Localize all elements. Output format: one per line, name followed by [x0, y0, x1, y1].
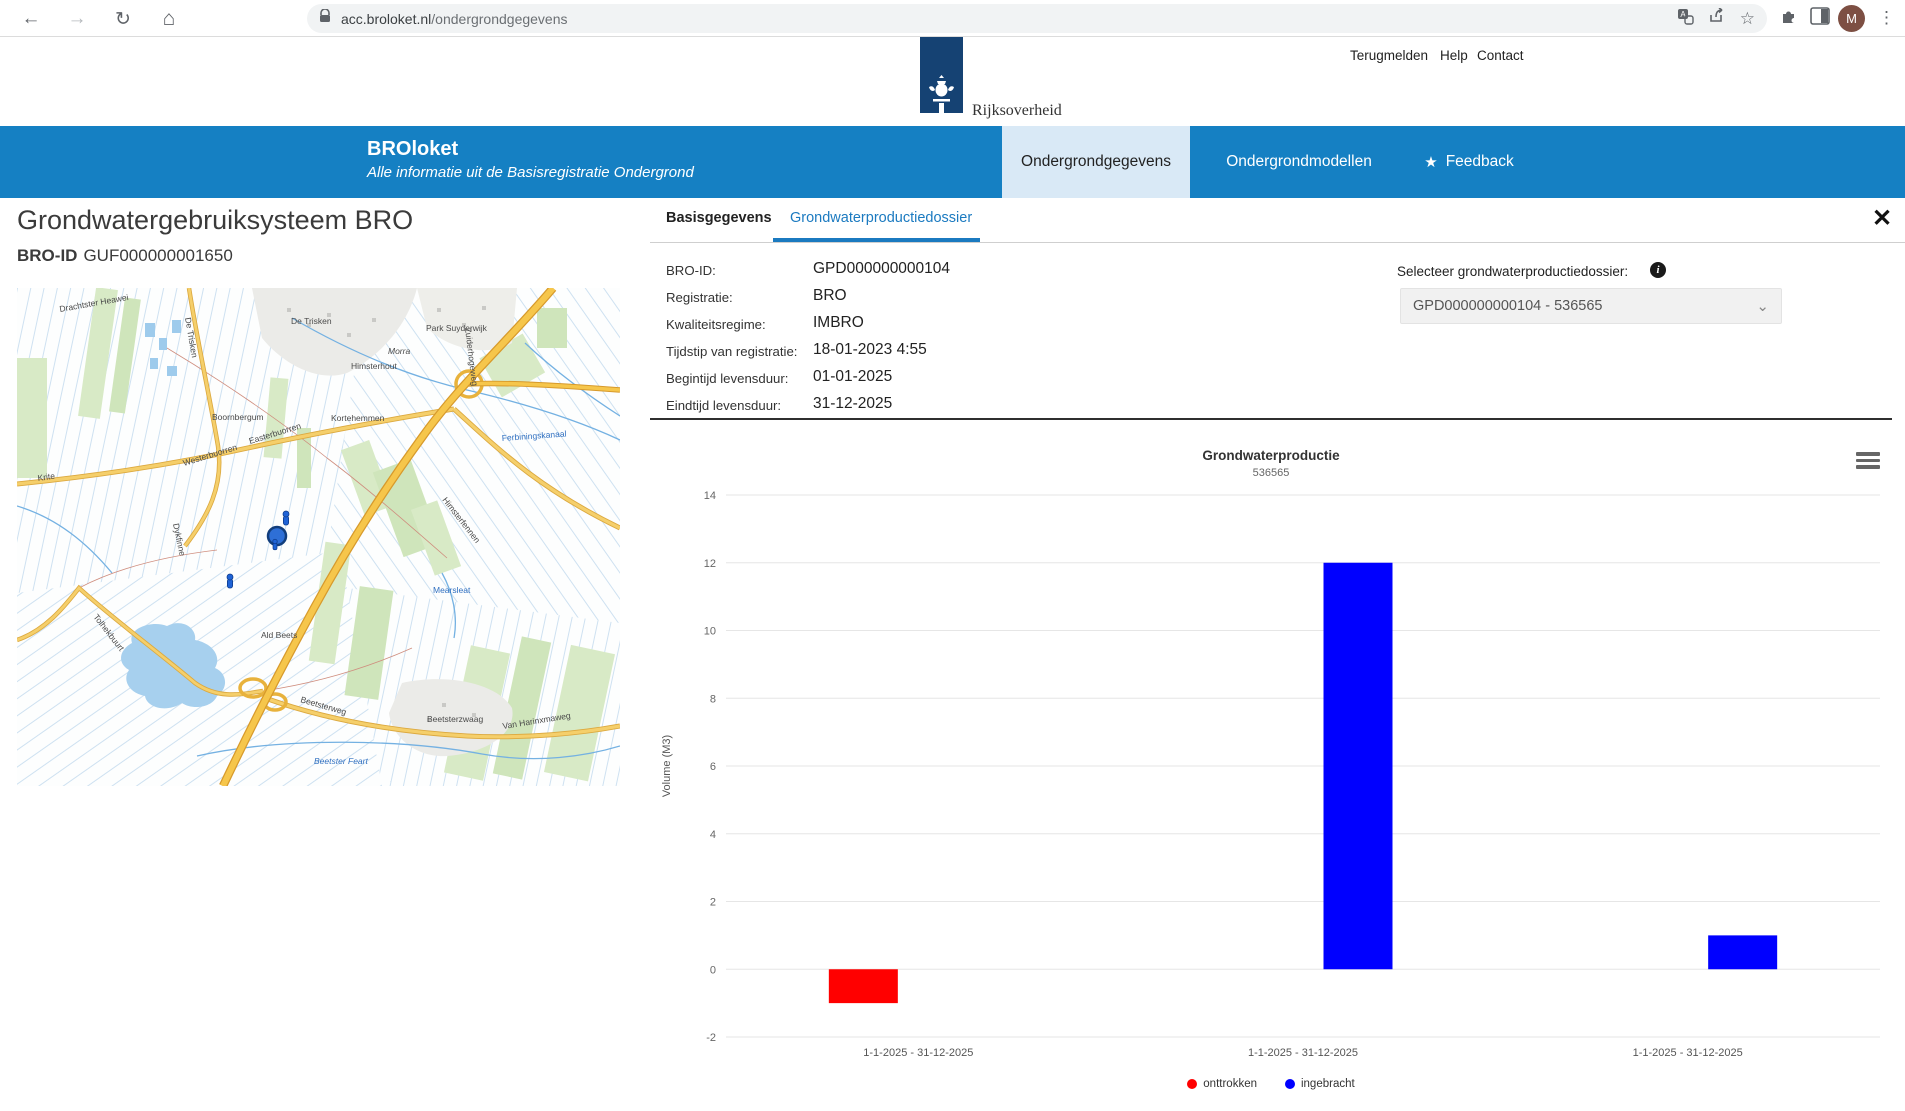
back-icon[interactable]: ← — [16, 4, 46, 34]
url-path: /ondergrondgegevens — [431, 11, 567, 27]
y-axis-tick: 0 — [710, 964, 716, 976]
map-label: Ald Beets — [261, 630, 297, 640]
y-axis-tick: 8 — [710, 693, 716, 705]
chevron-down-icon: ⌄ — [1756, 297, 1769, 315]
legend-label: ingebracht — [1301, 1078, 1355, 1090]
y-axis-tick: 4 — [710, 829, 716, 841]
browser-toolbar: ← → ↻ ⌂ acc.broloket.nl/ondergrondgegeve… — [0, 0, 1905, 37]
map-marker[interactable] — [283, 511, 289, 525]
profile-avatar[interactable]: M — [1838, 5, 1865, 32]
star-icon: ★ — [1424, 153, 1437, 171]
field-row-eindtijd: Eindtijd levensduur: 31-12-2025 — [666, 393, 1226, 420]
brand-block[interactable]: BROloket Alle informatie uit de Basisreg… — [367, 138, 694, 181]
topographic-map[interactable]: Drachtster HeaweiDe TriskenDe TriskenPar… — [17, 288, 620, 786]
y-axis-tick: 10 — [704, 626, 716, 638]
header-link-terugmelden[interactable]: Terugmelden — [1350, 48, 1428, 63]
share-icon[interactable] — [1708, 8, 1726, 29]
dossier-select-value: GPD000000000104 - 536565 — [1413, 298, 1602, 314]
section-divider — [650, 418, 1892, 420]
field-row-begintijd: Begintijd levensduur: 01-01-2025 — [666, 366, 1226, 393]
close-icon[interactable]: ✕ — [1872, 204, 1892, 233]
y-axis-tick: -2 — [706, 1032, 716, 1044]
map-label: Boornbergum — [212, 412, 264, 422]
grondwaterproductie-chart: Grondwaterproductie 536565 14121086420-2… — [650, 440, 1892, 1105]
map-label: Kortehemmen — [331, 413, 385, 423]
forward-icon[interactable]: → — [62, 4, 92, 34]
chart-bar-ingebracht — [1708, 935, 1777, 969]
url-bar[interactable]: acc.broloket.nl/ondergrondgegevens A ☆ — [307, 4, 1767, 33]
dossier-select[interactable]: GPD000000000104 - 536565 ⌄ — [1400, 288, 1782, 324]
url-domain: acc.broloket.nl — [341, 11, 431, 27]
map-label: Himsterhout — [351, 361, 397, 371]
bookmark-star-icon[interactable]: ☆ — [1740, 9, 1755, 29]
map-label: Beetsterzwaag — [427, 714, 483, 724]
field-row-kwaliteitsregime: Kwaliteitsregime: IMBRO — [666, 312, 1226, 339]
tabs-border — [650, 242, 1905, 243]
chart-bar-ingebracht — [1324, 563, 1393, 970]
legend-item-ingebracht[interactable]: ingebracht — [1285, 1078, 1355, 1090]
side-panel-icon[interactable] — [1810, 6, 1830, 31]
x-axis-label: 1-1-2025 - 31-12-2025 — [1248, 1047, 1358, 1059]
nav-item-ondergrondgegevens[interactable]: Ondergrondgegevens — [1002, 126, 1190, 198]
field-row-registratie: Registratie: BRO — [666, 285, 1226, 312]
x-axis-label: 1-1-2025 - 31-12-2025 — [863, 1047, 973, 1059]
map-label: Mearsleat — [433, 585, 471, 595]
legend-dot — [1187, 1079, 1197, 1089]
chart-legend: onttrokken ingebracht — [650, 1078, 1892, 1090]
map-label: Beetster Feart — [314, 756, 368, 766]
map-label: Park Suyderwijk — [426, 323, 488, 333]
y-axis-tick: 12 — [704, 558, 716, 570]
header-link-help[interactable]: Help — [1440, 48, 1468, 63]
page-title: Grondwatergebruiksysteem BRO — [17, 205, 413, 236]
tab-basisgegevens[interactable]: Basisgegevens — [666, 210, 772, 226]
extensions-puzzle-icon[interactable] — [1779, 6, 1799, 31]
tab-grondwaterproductiedossier[interactable]: Grondwaterproductiedossier — [790, 210, 972, 226]
y-axis-tick: 6 — [710, 761, 716, 773]
map-label: De Trisken — [291, 316, 332, 326]
lock-icon — [319, 9, 331, 28]
brand-title: BROloket — [367, 138, 694, 161]
field-row-bro-id: BRO-ID: GPD000000000104 — [666, 258, 1226, 285]
legend-label: onttrokken — [1203, 1078, 1257, 1090]
main-nav: BROloket Alle informatie uit de Basisreg… — [0, 126, 1905, 198]
header-link-contact[interactable]: Contact — [1477, 48, 1524, 63]
reload-icon[interactable]: ↻ — [108, 4, 138, 34]
logo-wordmark: Rijksoverheid — [972, 102, 1062, 120]
nav-item-ondergrondmodellen[interactable]: Ondergrondmodellen — [1208, 126, 1390, 198]
y-axis-title: Volume (M3) — [661, 735, 673, 797]
dossier-selector-label: Selecteer grondwaterproductiedossier: — [1397, 264, 1628, 279]
bro-id-value: GUF000000001650 — [83, 246, 232, 265]
legend-item-onttrokken[interactable]: onttrokken — [1187, 1078, 1257, 1090]
map-label: Morra — [388, 346, 410, 356]
brand-tagline: Alle informatie uit de Basisregistratie … — [367, 164, 694, 181]
map-marker[interactable] — [227, 574, 233, 588]
info-icon[interactable]: i — [1650, 262, 1666, 278]
y-axis-tick: 14 — [704, 490, 716, 502]
nav-item-feedback[interactable]: ★ Feedback — [1414, 126, 1524, 198]
map-marker[interactable] — [273, 539, 278, 550]
field-row-tijdstip: Tijdstip van registratie: 18-01-2023 4:5… — [666, 339, 1226, 366]
home-icon[interactable]: ⌂ — [154, 4, 184, 34]
bro-id-line: BRO-ID GUF000000001650 — [17, 246, 233, 266]
translate-icon[interactable]: A — [1677, 8, 1694, 30]
x-axis-label: 1-1-2025 - 31-12-2025 — [1633, 1047, 1743, 1059]
legend-dot — [1285, 1079, 1295, 1089]
bro-id-label: BRO-ID — [17, 246, 77, 265]
chart-bar-onttrokken — [829, 969, 898, 1003]
y-axis-tick: 2 — [710, 897, 716, 909]
site-header: Rijksoverheid Terugmelden Help Contact — [0, 37, 1905, 126]
rijksoverheid-logo — [920, 37, 963, 113]
chrome-menu-icon[interactable]: ⋮ — [1878, 8, 1895, 28]
